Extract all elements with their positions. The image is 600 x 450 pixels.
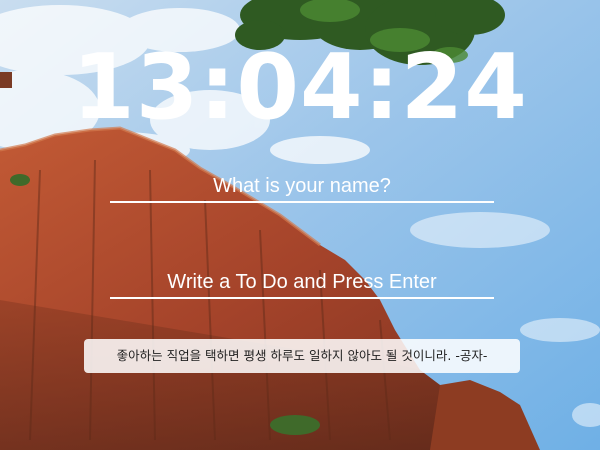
todo-input[interactable] (110, 267, 494, 299)
name-input[interactable] (110, 171, 494, 203)
clock: 13:04:24 (72, 35, 528, 140)
quote-text: 좋아하는 직업을 택하면 평생 하루도 일하지 않아도 될 것이니라. -공자- (116, 348, 488, 363)
quote-box: 좋아하는 직업을 택하면 평생 하루도 일하지 않아도 될 것이니라. -공자- (84, 339, 520, 373)
